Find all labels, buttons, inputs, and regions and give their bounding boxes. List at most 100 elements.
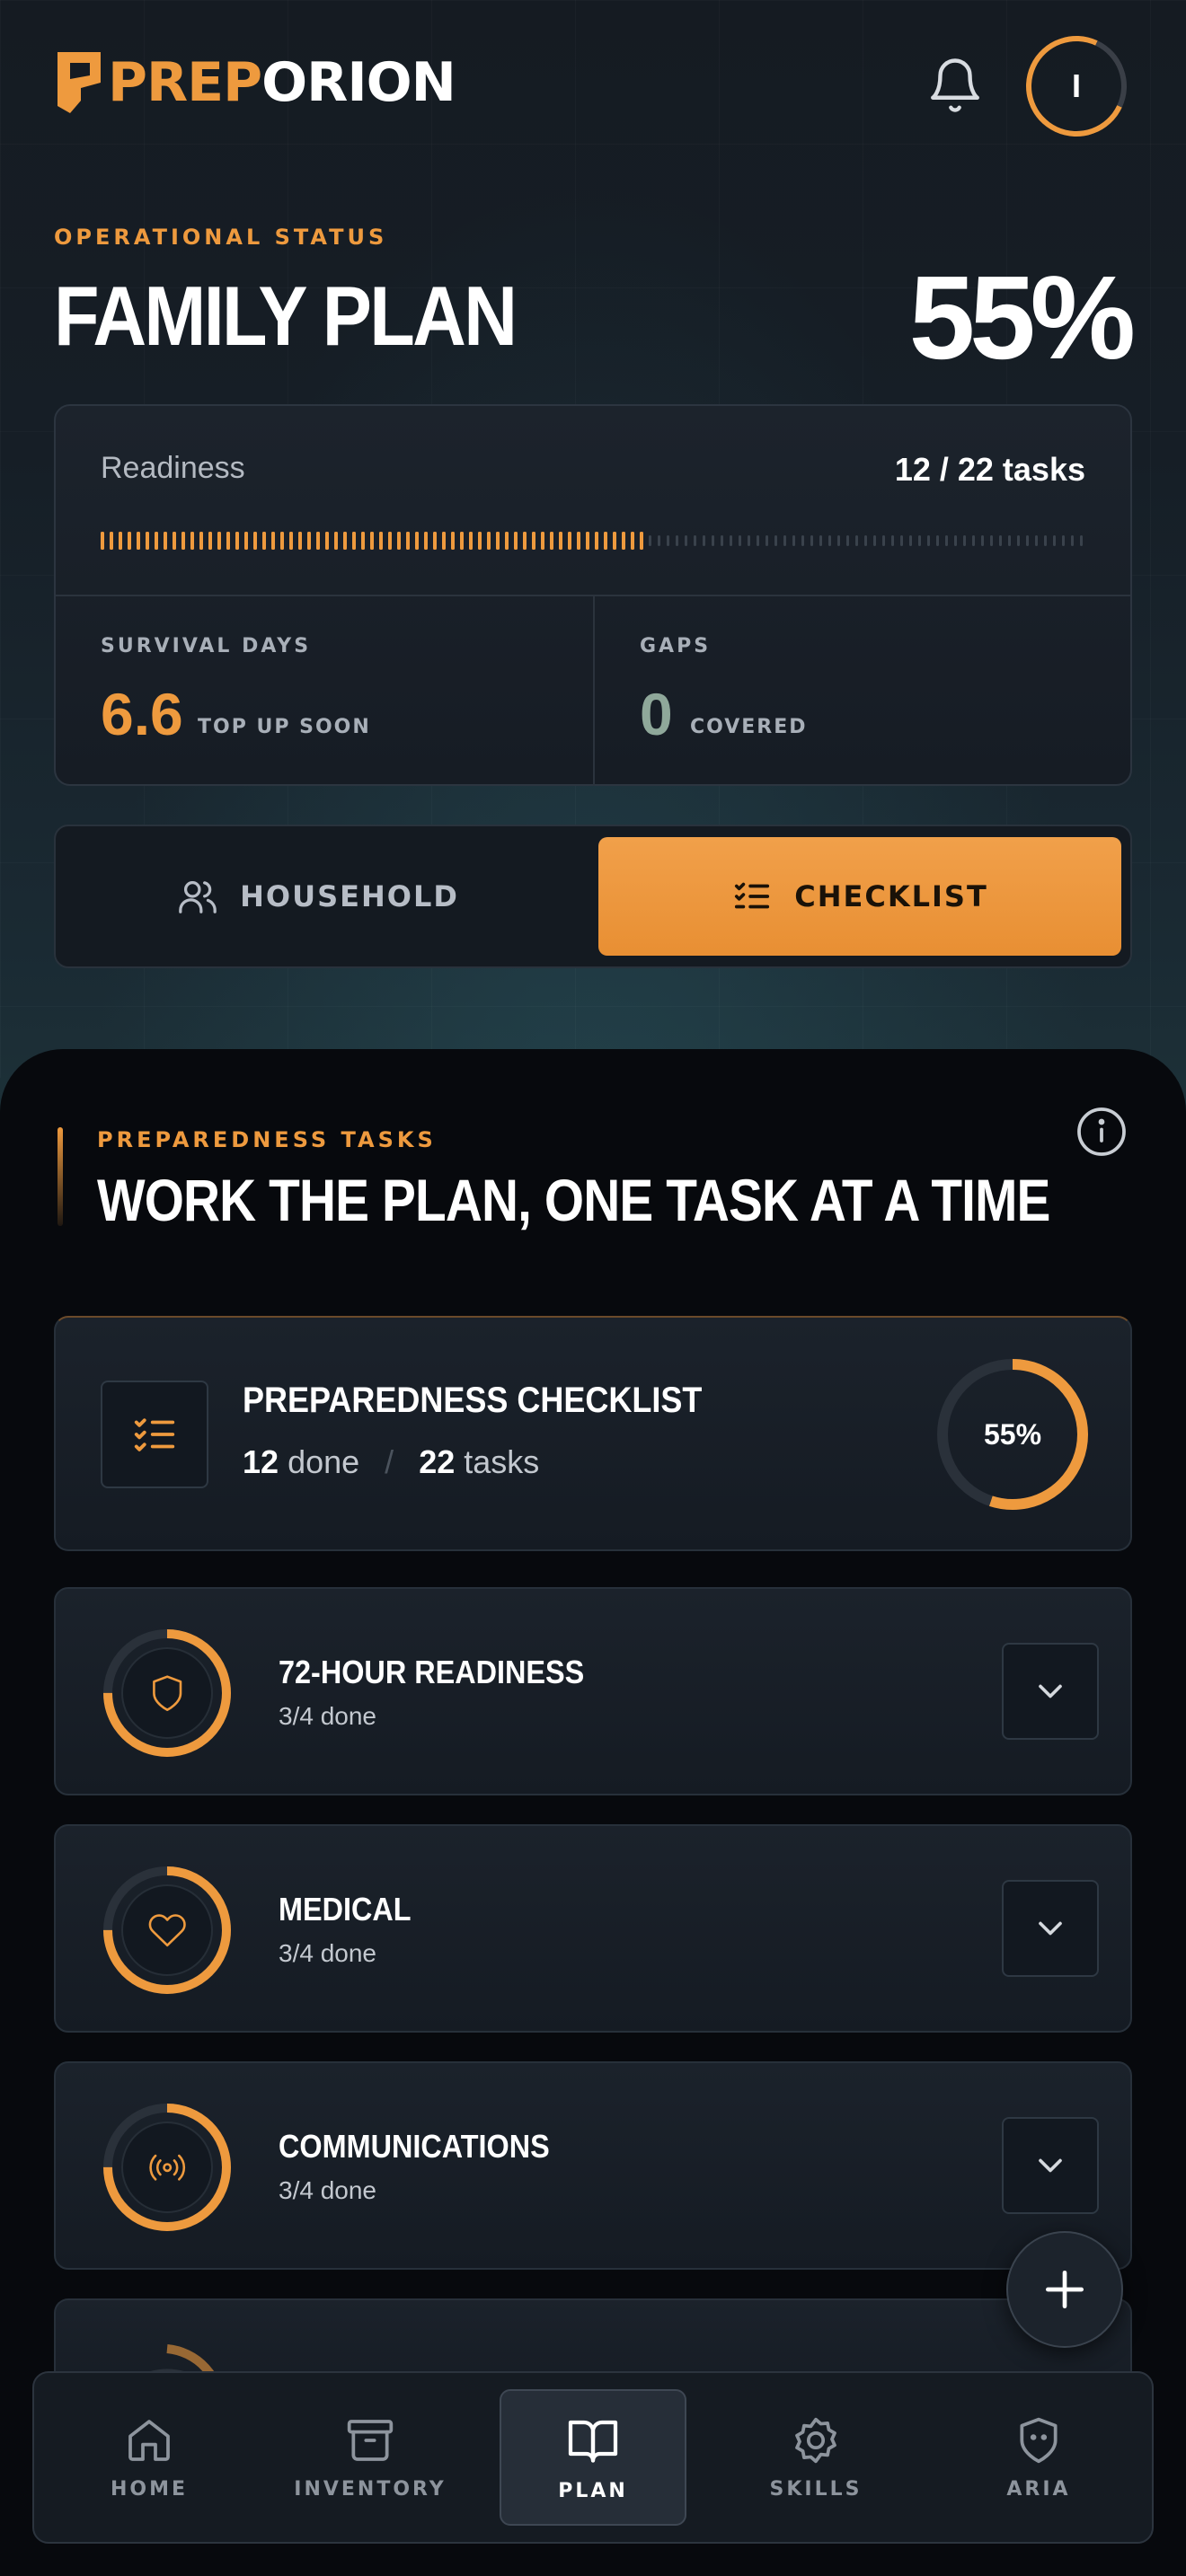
category-card-communications[interactable]: COMMUNICATIONS 3/4 done [54, 2061, 1132, 2270]
section-accent-bar [58, 1127, 63, 1226]
gaps-sub: COVERED [690, 716, 808, 738]
progress-tick-filled [298, 532, 302, 550]
nav-label: ARIA [1006, 2477, 1071, 2501]
nav-inventory[interactable]: INVENTORY [277, 2389, 464, 2526]
chevron-down-icon [1039, 1921, 1062, 1936]
readiness-progress-bar [101, 532, 1083, 550]
progress-tick-empty [810, 535, 813, 546]
nav-skills[interactable]: SKILLS [722, 2389, 909, 2526]
household-tab-label: HOUSEHOLD [240, 879, 459, 913]
progress-tick-filled [146, 532, 149, 550]
avatar-initial: I [1071, 67, 1082, 105]
progress-tick-filled [280, 532, 284, 550]
progress-tick-filled [613, 532, 616, 550]
progress-tick-filled [568, 532, 571, 550]
info-icon[interactable] [1075, 1105, 1128, 1159]
progress-tick-empty [1035, 535, 1038, 546]
progress-tick-empty [1071, 535, 1074, 546]
progress-tick-filled [415, 532, 419, 550]
progress-tick-empty [685, 535, 687, 546]
gaps-value: 0 [640, 681, 673, 747]
expand-button[interactable] [1002, 1643, 1099, 1740]
progress-tick-empty [909, 535, 912, 546]
readiness-percent: 55% [908, 251, 1136, 384]
progress-tick-empty [981, 535, 984, 546]
progress-tick-empty [954, 535, 957, 546]
expand-button[interactable] [1002, 2117, 1099, 2214]
progress-tick-filled [640, 532, 643, 550]
progress-tick-empty [864, 535, 867, 546]
progress-tick-empty [828, 535, 831, 546]
checklist-summary-card[interactable]: PREPAREDNESS CHECKLIST 12 done / 22 task… [54, 1316, 1132, 1551]
progress-tick-empty [766, 535, 768, 546]
progress-tick-filled [604, 532, 607, 550]
checklist-done-count: 12 [243, 1443, 279, 1480]
checklist-separator: / [385, 1443, 394, 1480]
nav-aria[interactable]: ARIA [945, 2389, 1132, 2526]
progress-tick-filled [217, 532, 221, 550]
progress-tick-filled [631, 532, 634, 550]
home-icon [128, 2419, 170, 2461]
progress-tick-empty [1008, 535, 1011, 546]
household-tab[interactable]: HOUSEHOLD [66, 837, 570, 956]
checklist-tab[interactable]: CHECKLIST [598, 837, 1121, 956]
checklist-stats: 12 done / 22 tasks [243, 1443, 539, 1481]
progress-tick-filled [370, 532, 374, 550]
progress-tick-filled [137, 532, 140, 550]
book-icon [568, 2420, 618, 2463]
nav-label: PLAN [558, 2479, 628, 2502]
progress-tick-filled [622, 532, 625, 550]
bell-icon[interactable] [925, 56, 985, 115]
progress-tick-empty [819, 535, 822, 546]
shield-face-icon [1020, 2417, 1058, 2463]
progress-tick-empty [649, 535, 651, 546]
survival-days-label: SURVIVAL DAYS [101, 635, 312, 657]
app-header: PREPORION I [54, 22, 1141, 151]
progress-tick-filled [451, 532, 455, 550]
nav-home[interactable]: HOME [56, 2389, 243, 2526]
category-progress-ring [103, 1629, 231, 1757]
progress-tick-filled [379, 532, 383, 550]
nav-label: HOME [110, 2477, 189, 2501]
progress-tick-empty [837, 535, 840, 546]
nav-label: SKILLS [769, 2477, 863, 2501]
progress-tick-filled [271, 532, 275, 550]
add-button[interactable] [1006, 2231, 1123, 2348]
progress-tick-filled [316, 532, 320, 550]
bottom-navigation: HOME INVENTORY PLAN SKILLS ARIA [32, 2371, 1154, 2544]
survival-days-sub: TOP UP SOON [198, 716, 371, 738]
progress-tick-filled [334, 532, 338, 550]
progress-tick-empty [882, 535, 885, 546]
progress-tick-empty [873, 535, 876, 546]
chevron-down-icon [1039, 2158, 1062, 2173]
progress-tick-filled [253, 532, 257, 550]
progress-tick-empty [900, 535, 903, 546]
list-check-icon [735, 882, 770, 909]
checklist-total-label: tasks [464, 1443, 540, 1480]
status-eyebrow: OPERATIONAL STATUS [54, 225, 388, 250]
progress-tick-empty [891, 535, 894, 546]
category-card-medical[interactable]: MEDICAL 3/4 done [54, 1824, 1132, 2033]
progress-tick-filled [478, 532, 482, 550]
progress-tick-filled [541, 532, 544, 550]
progress-tick-filled [496, 532, 500, 550]
progress-tick-empty [918, 535, 921, 546]
progress-tick-empty [658, 535, 660, 546]
category-progress-text: 3/4 done [279, 2176, 376, 2204]
checklist-title: PREPAREDNESS CHECKLIST [243, 1381, 703, 1420]
progress-tick-filled [235, 532, 239, 550]
category-card-72-hour[interactable]: 72-HOUR READINESS 3/4 done [54, 1587, 1132, 1795]
readiness-label: Readiness [101, 451, 245, 485]
category-progress-text: 3/4 done [279, 1702, 376, 1730]
nav-plan[interactable]: PLAN [500, 2389, 686, 2526]
progress-tick-empty [694, 535, 696, 546]
progress-tick-empty [1044, 535, 1047, 546]
brand-logo[interactable]: PREPORION [54, 47, 456, 119]
survival-days-value: 6.6 [101, 681, 183, 747]
expand-button[interactable] [1002, 1880, 1099, 1977]
progress-tick-filled [523, 532, 527, 550]
brand-prefix: PREP [108, 51, 262, 114]
avatar[interactable]: I [1012, 22, 1141, 151]
progress-tick-filled [586, 532, 589, 550]
progress-tick-empty [1080, 535, 1083, 546]
